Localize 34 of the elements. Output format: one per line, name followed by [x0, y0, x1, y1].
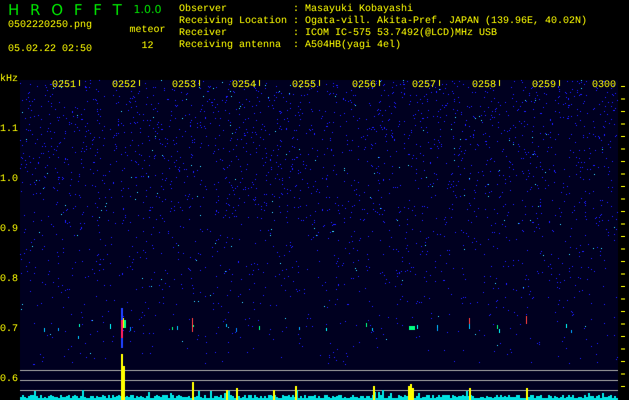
- time-label: 0300: [592, 80, 618, 92]
- frequency-label: 0.6: [0, 374, 18, 384]
- app-version: 1.0.0: [134, 3, 162, 17]
- time-label: 0257: [412, 80, 438, 92]
- info-label: Observer: [179, 4, 228, 16]
- unit-label: kHz: [0, 72, 20, 87]
- frequency-label: 1.1: [0, 124, 18, 134]
- time-label: 0256: [352, 80, 378, 92]
- info-value: Masayuki Kobayashi: [305, 4, 414, 16]
- info-label: Receiving Location: [179, 16, 288, 28]
- time-label: 0259: [532, 80, 558, 92]
- time-label: 0254: [232, 80, 258, 92]
- meteor-label: meteor: [129, 25, 166, 37]
- date-time: 05.02.22 02:50: [8, 44, 94, 56]
- time-label: 0258: [472, 80, 498, 92]
- frequency-label: 0.7: [0, 324, 18, 334]
- info-label: Receiver: [179, 28, 228, 40]
- info-separator: :: [293, 40, 300, 52]
- info-value: ICOM IC-575 53.7492(@LCD)MHz USB: [305, 28, 498, 40]
- time-label: 0255: [292, 80, 318, 92]
- info-value: Ogata-vill. Akita-Pref. JAPAN (139.96E, 40.02N): [305, 16, 588, 28]
- time-label: 0252: [112, 80, 138, 92]
- frequency-label: 0.9: [0, 224, 18, 234]
- meteor-count: 12: [141, 41, 154, 53]
- file-name: 0502220250.png: [8, 20, 94, 32]
- frequency-label: 1.0: [0, 174, 18, 184]
- frequency-label: 0.8: [0, 274, 18, 284]
- info-separator: :: [293, 28, 300, 40]
- info-value: A504HB(yagi 4el): [305, 40, 402, 52]
- info-separator: :: [293, 16, 300, 28]
- info-label: Receiving antenna: [179, 40, 282, 52]
- app-title: H R O F F T: [8, 1, 125, 19]
- info-separator: :: [293, 4, 300, 16]
- time-label: 0253: [172, 80, 198, 92]
